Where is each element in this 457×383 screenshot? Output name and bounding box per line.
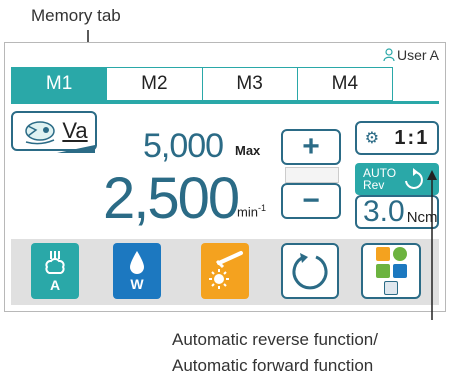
gear-ratio-value: 1:1 xyxy=(394,126,430,149)
auto-reverse-callout-line1: Automatic reverse function/ xyxy=(172,330,378,349)
calibration-setting-icon xyxy=(392,264,407,278)
tab-underline xyxy=(11,101,439,104)
mode-label: Va xyxy=(62,118,88,143)
torque-value: 3.0 xyxy=(363,195,405,228)
device-screen: User A M1 M2 M3 M4 Va 5,000 Max 2,500 mi… xyxy=(4,42,446,312)
speed-unit: min-1 xyxy=(237,203,266,220)
reverse-arrow-icon xyxy=(405,168,424,189)
speed-value: 2,500 xyxy=(103,166,240,231)
water-label: W xyxy=(130,276,144,292)
adjust-spacer xyxy=(285,167,339,183)
memory-tab-callout: Memory tab xyxy=(31,6,121,25)
air-icon xyxy=(45,251,65,275)
plus-button[interactable]: + xyxy=(281,129,341,165)
timer-setting-icon xyxy=(392,247,407,261)
hand-setting-icon xyxy=(375,264,390,278)
memory-tabs: M1 M2 M3 M4 xyxy=(11,67,393,101)
tab-m1[interactable]: M1 xyxy=(12,68,108,100)
air-button[interactable]: A xyxy=(31,243,79,299)
tab-m2[interactable]: M2 xyxy=(107,68,203,100)
water-button[interactable]: W xyxy=(113,243,161,299)
handpiece-mode-icon xyxy=(25,121,56,145)
mode-ramp-icon xyxy=(57,145,95,153)
auto-reverse-callout-line2: Automatic forward function xyxy=(172,356,374,375)
user-icon xyxy=(383,48,395,62)
tab-m4[interactable]: M4 xyxy=(297,68,392,100)
tab-m3[interactable]: M3 xyxy=(202,68,298,100)
minus-button[interactable]: − xyxy=(281,183,341,219)
user-indicator[interactable]: User A xyxy=(383,47,439,63)
rotation-icon xyxy=(292,253,328,290)
auto-reverse-arrow xyxy=(427,170,437,320)
max-label: Max xyxy=(235,143,261,158)
handpiece-light-icon xyxy=(209,251,243,289)
light-button[interactable] xyxy=(201,243,249,299)
settings-menu-button[interactable] xyxy=(361,243,421,299)
gear-icon: ⚙ xyxy=(364,130,380,147)
user-label: User A xyxy=(396,47,439,63)
light-setting-icon xyxy=(375,247,390,261)
max-speed-value: 5,000 xyxy=(143,127,224,165)
transfer-setting-icon xyxy=(384,281,398,295)
rev-label: Rev xyxy=(363,178,385,192)
air-label: A xyxy=(49,277,61,293)
rotation-button[interactable] xyxy=(281,243,339,299)
water-drop-icon xyxy=(130,251,144,274)
gear-ratio-button[interactable]: ⚙ 1:1 xyxy=(355,121,439,155)
